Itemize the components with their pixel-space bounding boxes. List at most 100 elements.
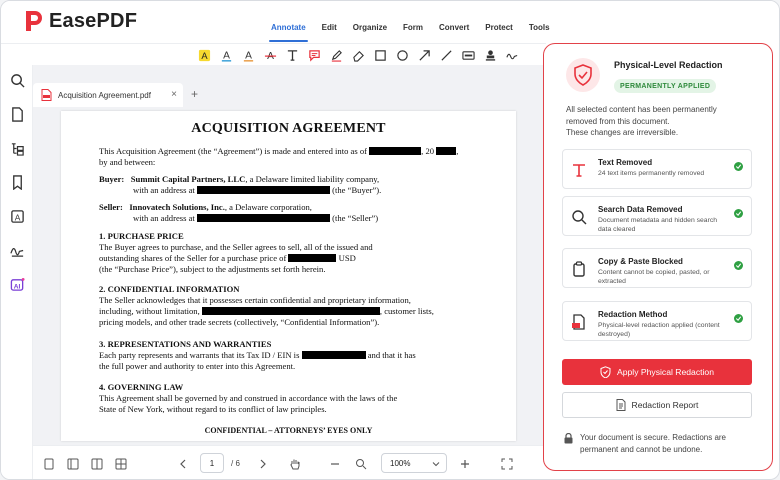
seller-label: Seller: <box>99 202 123 212</box>
line-tool[interactable] <box>435 47 457 63</box>
section-3-title: 3. REPRESENTATIONS AND WARRANTIES <box>99 339 272 349</box>
hand-icon <box>290 459 300 470</box>
redaction-bar <box>436 147 457 155</box>
panel-description: All selected content has been permanentl… <box>566 104 756 139</box>
menu-form[interactable]: Form <box>395 23 431 32</box>
security-note: Your document is secure. Redactions are … <box>564 432 759 456</box>
sidebar-pages[interactable] <box>8 105 26 123</box>
menu-convert[interactable]: Convert <box>431 23 477 32</box>
comment-icon <box>308 49 320 62</box>
buyer-desc: , a Delaware limited liability company, <box>245 174 380 184</box>
next-page-button[interactable] <box>257 458 269 470</box>
redaction-report-button[interactable]: Redaction Report <box>562 392 752 418</box>
rectangle-tool[interactable] <box>369 47 391 63</box>
comment-tool[interactable] <box>303 47 325 63</box>
fullscreen-button[interactable] <box>501 458 513 470</box>
seller-addr-prefix: with an address at <box>133 213 195 223</box>
apply-physical-redaction-button[interactable]: Apply Physical Redaction <box>562 359 752 385</box>
buyer-line: Buyer: Summit Capital Partners, LLC, a D… <box>99 174 379 185</box>
card-subtitle: Document metadata and hidden search data… <box>598 217 718 233</box>
eraser-tool[interactable] <box>347 47 369 63</box>
continuous-view-button[interactable] <box>67 458 79 470</box>
search-icon <box>10 73 25 88</box>
document-pen-icon <box>572 314 585 330</box>
menu-tools[interactable]: Tools <box>521 23 558 32</box>
s2-customer-lists: , customer lists, <box>379 306 434 316</box>
sidebar-bookmarks[interactable] <box>8 173 26 191</box>
bottom-toolbar: 1 / 6 100% <box>33 445 546 479</box>
stamp-icon <box>485 49 495 61</box>
close-tab-button[interactable]: × <box>171 89 177 100</box>
arrow-tool[interactable] <box>413 47 435 63</box>
sidebar-search[interactable] <box>8 71 26 89</box>
zoom-icon <box>356 459 367 470</box>
zoom-select[interactable]: 100% <box>381 453 447 473</box>
svg-text:A: A <box>14 212 20 222</box>
strikeout-icon: A <box>264 51 276 62</box>
previous-page-button[interactable] <box>177 458 189 470</box>
page-total: / 6 <box>231 459 240 468</box>
status-badge: PERMANENTLY APPLIED <box>614 79 717 93</box>
sidebar-form-fields[interactable]: A <box>8 207 26 225</box>
section-4-line-1: This Agreement shall be governed by and … <box>99 393 398 403</box>
chevron-left-icon <box>180 459 186 469</box>
ai-icon: AI <box>10 277 25 291</box>
zoom-tool-button[interactable] <box>355 458 367 470</box>
pan-tool-button[interactable] <box>289 458 301 470</box>
menu-annotate[interactable]: Annotate <box>263 23 314 42</box>
section-1-line-1: The Buyer agrees to purchase, and the Se… <box>99 242 373 252</box>
buyer-addr-prefix: with an address at <box>133 185 195 195</box>
plus-icon <box>461 460 469 468</box>
zoom-out-button[interactable] <box>329 458 341 470</box>
clipboard-icon-wrap <box>571 261 587 277</box>
s3-tax-suffix: and that it has <box>367 350 416 360</box>
strikeout-tool[interactable]: A <box>259 47 281 63</box>
highlight-tool[interactable]: A <box>193 47 215 63</box>
document-tab-label: Acquisition Agreement.pdf <box>58 90 151 100</box>
minus-icon <box>331 463 339 465</box>
section-4-line-2: State of New York, without regard to its… <box>99 404 327 414</box>
logo[interactable]: EasePDF <box>23 9 137 33</box>
zoom-value: 100% <box>390 458 411 468</box>
sidebar-signatures[interactable] <box>8 241 26 259</box>
menu-organize[interactable]: Organize <box>345 23 395 32</box>
pen-tool[interactable] <box>325 47 347 63</box>
square-icon <box>374 49 386 61</box>
redaction-bar <box>201 307 380 315</box>
document-tab[interactable]: Acquisition Agreement.pdf × <box>33 83 183 107</box>
buyer-address-line: with an address at (the “Buyer”). <box>133 185 381 196</box>
stamp-tool[interactable] <box>479 47 501 63</box>
sidebar-ai-assistant[interactable]: AI <box>8 275 26 293</box>
document-page: ACQUISITION AGREEMENT This Acquisition A… <box>61 111 516 441</box>
menu-protect[interactable]: Protect <box>477 23 521 32</box>
underline-tool[interactable]: A <box>215 47 237 63</box>
intro-line-1: This Acquisition Agreement (the “Agreeme… <box>99 146 458 157</box>
apply-button-label: Apply Physical Redaction <box>617 367 714 377</box>
s1-price-text: outstanding shares of the Seller for a p… <box>99 253 287 263</box>
section-2-title: 2. CONFIDENTIAL INFORMATION <box>99 284 240 294</box>
app-window: EasePDF Annotate Edit Organize Form Conv… <box>0 0 780 480</box>
seller-address-line: with an address at (the “Seller”) <box>133 213 378 224</box>
signature-tool[interactable] <box>501 47 523 63</box>
text-removed-card: Text Removed 24 text items permanently r… <box>562 149 752 189</box>
zoom-in-button[interactable] <box>459 458 471 470</box>
circle-tool[interactable] <box>391 47 413 63</box>
text-tool[interactable] <box>281 47 303 63</box>
check-icon <box>734 261 743 270</box>
redact-tool[interactable] <box>457 47 479 63</box>
redaction-method-card: Redaction Method Physical-level redactio… <box>562 301 752 341</box>
underline-icon: A <box>221 50 231 62</box>
page-number-input[interactable]: 1 <box>200 453 224 473</box>
chevron-right-icon <box>260 459 266 469</box>
lock-icon <box>564 433 573 444</box>
thumbnail-view-button[interactable] <box>115 458 127 470</box>
menu-edit[interactable]: Edit <box>314 23 345 32</box>
two-page-view-button[interactable] <box>91 458 103 470</box>
new-tab-button[interactable]: + <box>191 87 198 101</box>
security-note-text: Your document is secure. Redactions are … <box>580 433 727 454</box>
squiggly-tool[interactable]: A <box>237 47 259 63</box>
sidebar-outline[interactable] <box>8 139 26 157</box>
single-page-view-button[interactable] <box>43 458 55 470</box>
card-title: Text Removed <box>598 158 653 167</box>
chevron-down-icon <box>432 462 440 467</box>
